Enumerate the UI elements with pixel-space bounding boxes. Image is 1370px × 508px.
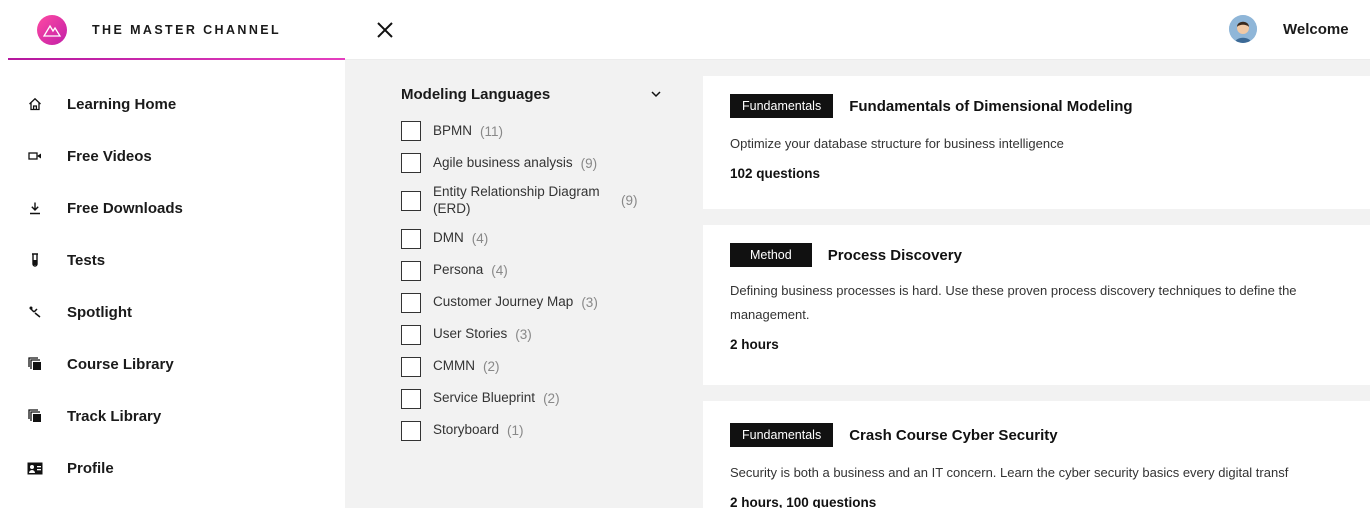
- brand-logo-icon: [37, 15, 67, 45]
- filter-option-label: Agile business analysis: [433, 154, 573, 170]
- course-description: Defining business processes is hard. Use…: [730, 279, 1343, 327]
- checkbox[interactable]: [401, 356, 421, 377]
- filter-option-label: Customer Journey Map: [433, 294, 574, 310]
- chevron-down-icon: [651, 85, 661, 103]
- course-meta: 102 questions: [730, 166, 821, 181]
- filter-option-erd[interactable]: Entity Relationship Diagram (ERD) (9): [401, 184, 661, 218]
- sidebar-item-course-library[interactable]: Course Library: [0, 338, 345, 390]
- filter-option-count: (9): [621, 193, 638, 209]
- course-description: Security is both a business and an IT co…: [730, 465, 1289, 480]
- filter-option-label: Storyboard: [433, 422, 500, 438]
- checkbox[interactable]: [401, 190, 421, 211]
- filter-option-count: (11): [480, 123, 504, 139]
- filter-option-count: (4): [471, 231, 489, 247]
- filter-options: BPMN (11) Agile business analysis (9) En…: [401, 120, 661, 442]
- welcome-text: Welcome: [1283, 21, 1349, 38]
- sidebar-item-track-library[interactable]: Track Library: [0, 390, 345, 442]
- filter-option-count: (4): [491, 263, 508, 279]
- course-title[interactable]: Fundamentals of Dimensional Modeling: [849, 98, 1132, 115]
- filter-option-service-blueprint[interactable]: Service Blueprint (2): [401, 388, 661, 410]
- course-card[interactable]: Fundamentals Crash Course Cyber Security…: [703, 401, 1370, 508]
- filter-option-cmmn[interactable]: CMMN (2): [401, 356, 661, 378]
- filter-option-count: (3): [515, 327, 532, 343]
- sidebar-item-tests[interactable]: Tests: [0, 234, 345, 286]
- filter-option-count: (9): [580, 155, 598, 171]
- sidebar-item-label: Course Library: [67, 355, 174, 373]
- id-card-icon: [27, 460, 43, 476]
- library-icon: [27, 408, 43, 424]
- test-tube-icon: [27, 252, 43, 268]
- course-tag: Fundamentals: [730, 423, 834, 447]
- filter-option-label: Entity Relationship Diagram (ERD): [433, 184, 600, 216]
- course-meta: 2 hours, 100 questions: [730, 495, 877, 508]
- filter-option-label: BPMN: [433, 122, 473, 138]
- course-list: Fundamentals Fundamentals of Dimensional…: [703, 76, 1370, 508]
- top-bar: Welcome: [345, 0, 1370, 60]
- brand[interactable]: THE MASTER CHANNEL: [0, 0, 345, 60]
- sidebar-item-label: Spotlight: [67, 303, 132, 321]
- sidebar-item-label: Tests: [67, 251, 106, 269]
- filter-option-label: Service Blueprint: [433, 390, 536, 406]
- video-camera-icon: [27, 148, 43, 164]
- course-tag: Fundamentals: [730, 94, 834, 118]
- filter-option-count: (2): [483, 359, 500, 375]
- filter-option-user-stories[interactable]: User Stories (3): [401, 324, 661, 346]
- sidebar-item-label: Track Library: [67, 407, 162, 425]
- checkbox[interactable]: [401, 292, 421, 313]
- filter-option-label: DMN: [433, 230, 464, 246]
- checkbox[interactable]: [401, 228, 421, 249]
- library-icon: [27, 356, 43, 372]
- spotlight-icon: [27, 304, 43, 320]
- filter-option-count: (2): [543, 391, 560, 407]
- checkbox[interactable]: [401, 420, 421, 441]
- filter-option-storyboard[interactable]: Storyboard (1): [401, 420, 661, 442]
- course-description: Optimize your database structure for bus…: [730, 136, 1064, 151]
- course-description-line: Defining business processes is hard. Use…: [730, 283, 1297, 298]
- main-content: Modeling Languages BPMN (11) Agile busin…: [345, 60, 1370, 508]
- download-icon: [27, 200, 43, 216]
- sidebar: THE MASTER CHANNEL Learning Home Free Vi…: [0, 0, 345, 508]
- course-card[interactable]: Fundamentals Fundamentals of Dimensional…: [703, 76, 1370, 209]
- sidebar-item-label: Profile: [67, 459, 114, 477]
- filter-option-count: (3): [581, 295, 598, 311]
- sidebar-item-label: Learning Home: [67, 95, 177, 113]
- checkbox[interactable]: [401, 388, 421, 409]
- filter-option-dmn[interactable]: DMN (4): [401, 228, 661, 250]
- app-root: THE MASTER CHANNEL Learning Home Free Vi…: [0, 0, 1370, 508]
- sidebar-item-free-videos[interactable]: Free Videos: [0, 130, 345, 182]
- filter-option-count: (1): [507, 423, 524, 439]
- close-icon[interactable]: [375, 20, 395, 40]
- filter-option-agile[interactable]: Agile business analysis (9): [401, 152, 661, 174]
- course-description-line: management.: [730, 307, 810, 322]
- filter-option-persona[interactable]: Persona (4): [401, 260, 661, 282]
- checkbox[interactable]: [401, 324, 421, 345]
- sidebar-item-label: Free Downloads: [67, 199, 183, 217]
- course-title[interactable]: Process Discovery: [828, 247, 962, 264]
- filter-header[interactable]: Modeling Languages: [401, 84, 661, 104]
- course-card[interactable]: Method Process Discovery Defining busine…: [703, 225, 1370, 385]
- course-tag: Method: [730, 243, 812, 267]
- sidebar-item-label: Free Videos: [67, 147, 152, 165]
- sidebar-item-free-downloads[interactable]: Free Downloads: [0, 182, 345, 234]
- sidebar-item-spotlight[interactable]: Spotlight: [0, 286, 345, 338]
- sidebar-nav: Learning Home Free Videos Free Downloads…: [0, 60, 345, 494]
- filter-option-customer-journey-map[interactable]: Customer Journey Map (3): [401, 292, 661, 314]
- sidebar-item-profile[interactable]: Profile: [0, 442, 345, 494]
- course-title[interactable]: Crash Course Cyber Security: [849, 427, 1057, 444]
- sidebar-item-learning-home[interactable]: Learning Home: [0, 78, 345, 130]
- filter-panel: Modeling Languages BPMN (11) Agile busin…: [401, 84, 661, 452]
- home-icon: [27, 96, 43, 112]
- filter-title: Modeling Languages: [401, 85, 551, 103]
- checkbox[interactable]: [401, 260, 421, 281]
- course-meta: 2 hours: [730, 337, 779, 352]
- checkbox[interactable]: [401, 121, 421, 141]
- filter-option-bpmn[interactable]: BPMN (11): [401, 120, 661, 142]
- avatar[interactable]: [1229, 15, 1257, 43]
- checkbox[interactable]: [401, 153, 421, 173]
- filter-option-label: Persona: [433, 262, 484, 278]
- brand-name: THE MASTER CHANNEL: [92, 23, 282, 37]
- filter-option-label: CMMN: [433, 358, 475, 374]
- filter-option-label: User Stories: [433, 326, 508, 342]
